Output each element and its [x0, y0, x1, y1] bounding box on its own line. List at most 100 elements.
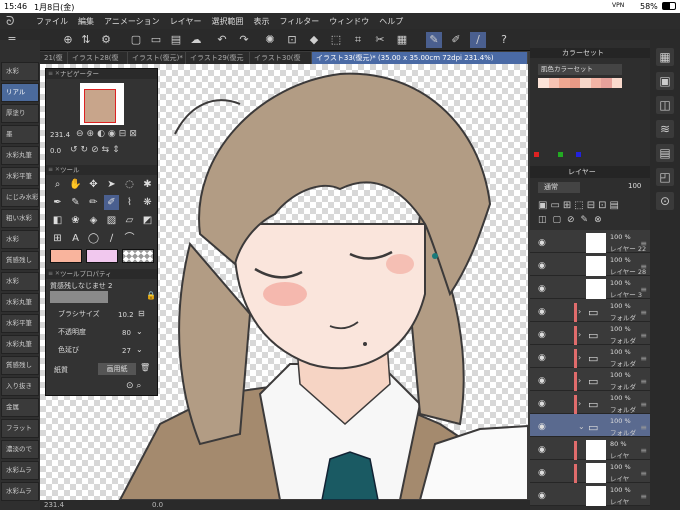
sub-tool-item[interactable]: 質感残し [1, 251, 39, 270]
menu-window[interactable]: ウィンドウ [329, 16, 369, 27]
lasso-tool-icon[interactable]: ◌ [122, 177, 137, 192]
footer-zoom[interactable]: 231.4 [44, 501, 64, 509]
navigator-zoom-controls[interactable]: ⊖⊕◐◉⊟⊠ [76, 129, 140, 139]
swatch[interactable] [569, 78, 580, 88]
eraser-tool-icon[interactable]: ◧ [50, 213, 65, 228]
undo-icon[interactable]: ↶ [214, 32, 230, 48]
green-square-icon[interactable] [558, 152, 563, 157]
navigator-rotation[interactable]: 0.0 [50, 147, 61, 155]
sub-tool-item[interactable]: 水彩ムラ [1, 482, 39, 501]
sub-tool-item[interactable]: 入り抜き [1, 377, 39, 396]
menu-file[interactable]: ファイル [36, 16, 68, 27]
dock-material-icon[interactable]: ▣ [656, 72, 674, 90]
tool-property-header[interactable]: ツールプロパティ [46, 269, 157, 279]
menu-animation[interactable]: アニメーション [104, 16, 160, 27]
sub-tool-item[interactable]: 水彩平筆 [1, 167, 39, 186]
colorset-name-select[interactable]: 肌色カラーセット [538, 64, 622, 75]
folder-expand-icon[interactable]: › [578, 307, 581, 316]
new-file-icon[interactable]: ▢ [128, 32, 144, 48]
menu-filter[interactable]: フィルター [279, 16, 319, 27]
swatch[interactable] [580, 78, 591, 88]
drag-handle-icon[interactable]: ≡ [640, 354, 647, 363]
footer-angle[interactable]: 0.0 [152, 501, 163, 509]
app-logo-icon[interactable]: ᘐ [6, 14, 26, 29]
sub-tool-item[interactable]: 粗い水彩 [1, 209, 39, 228]
drag-handle-icon[interactable]: ≡ [640, 377, 647, 386]
layer-opacity-value[interactable]: 100 [628, 182, 641, 190]
swatch[interactable] [548, 78, 559, 88]
transform-icon[interactable]: ⊡ [284, 32, 300, 48]
main-color-swatch[interactable] [50, 249, 82, 263]
sub-tool-item[interactable]: にじみ水彩 [1, 188, 39, 207]
sub-tool-item[interactable]: 濃淡ので [1, 440, 39, 459]
airbrush-tool-icon[interactable]: ⌇ [122, 195, 137, 210]
drag-handle-icon[interactable]: ≡ [640, 492, 647, 501]
object-tool-icon[interactable]: ➤ [104, 177, 119, 192]
sub-tool-item[interactable]: 質感残し [1, 356, 39, 375]
crop-icon[interactable]: ⌗ [350, 32, 366, 48]
brush-size-value[interactable]: 10.2 [118, 311, 134, 319]
layer-row[interactable]: ◉ › ▭ 100 % フォルダ ≡ [530, 391, 650, 414]
eyedropper-icon[interactable]: ✒ [50, 195, 65, 210]
visibility-eye-icon[interactable]: ◉ [538, 399, 546, 409]
sub-tool-item[interactable]: フラット [1, 419, 39, 438]
trim-icon[interactable]: ✂ [372, 32, 388, 48]
layer-row[interactable]: ◉ 80 % レイヤ ≡ [530, 437, 650, 460]
sub-tool-item[interactable]: リアル [1, 83, 39, 102]
folder-expand-icon[interactable]: › [578, 330, 581, 339]
swatch[interactable] [601, 78, 612, 88]
menu-selection[interactable]: 選択範囲 [211, 16, 243, 27]
menu-view[interactable]: 表示 [253, 16, 269, 27]
layer-lock-tools[interactable]: ▣▭⊞⬚⊟⊡▤ [538, 200, 622, 211]
line-tool-icon[interactable]: ∕ [104, 231, 119, 246]
ruler-pen-icon[interactable]: ∕ [470, 32, 486, 48]
layer-row[interactable]: ◉ 100 % レイヤー 22 ≡ [530, 230, 650, 253]
layer-action-tools[interactable]: ◫▢⊘✎⊗ [538, 215, 608, 225]
drag-handle-icon[interactable]: ≡ [640, 400, 647, 409]
red-square-icon[interactable] [534, 152, 539, 157]
sub-color-swatch[interactable] [86, 249, 118, 263]
visibility-eye-icon[interactable]: ◉ [538, 284, 546, 294]
layer-row[interactable]: ◉ 100 % レイヤー 28 ≡ [530, 253, 650, 276]
layer-row[interactable]: ◉ 100 % レイヤ ≡ [530, 460, 650, 483]
opacity-dropdown-icon[interactable]: ⌄ [136, 327, 143, 336]
balloon-tool-icon[interactable]: ◯ [86, 231, 101, 246]
navigator-zoom[interactable]: 231.4 [50, 131, 70, 139]
sub-tool-item[interactable]: 水彩丸筆 [1, 335, 39, 354]
pencil-tool-icon[interactable]: ✏ [86, 195, 101, 210]
layer-row[interactable]: ◉ ⌄ ▭ 100 % フォルダ ≡ [530, 414, 650, 437]
visibility-eye-icon[interactable]: ◉ [538, 330, 546, 340]
blend-tool-icon[interactable]: ❀ [68, 213, 83, 228]
settings-icon[interactable]: ⚙ [98, 32, 114, 48]
tool-panel-header[interactable]: ツール [46, 165, 157, 175]
transparent-color-swatch[interactable] [122, 249, 154, 263]
layer-row[interactable]: ◉ › ▭ 100 % フォルダ ≡ [530, 345, 650, 368]
visibility-eye-icon[interactable]: ◉ [538, 376, 546, 386]
sub-tool-item[interactable]: 水彩丸筆 [1, 146, 39, 165]
tab-doc-33-active[interactable]: イラスト33(復元)* (35.00 x 35.00cm 72dpi 231.4… [312, 52, 528, 64]
sub-tool-item[interactable]: 水彩丸筆 [1, 293, 39, 312]
pen-pressure-icon[interactable]: ✎ [426, 32, 442, 48]
help-icon[interactable]: ? [496, 32, 512, 48]
swatch[interactable] [559, 78, 570, 88]
swatch[interactable] [538, 78, 549, 88]
zoom-tool-icon[interactable]: ⌕ [50, 177, 65, 192]
blend-mode-select[interactable]: 通常 [538, 182, 580, 193]
drag-handle-icon[interactable]: ≡ [640, 469, 647, 478]
tab-doc-29[interactable]: イラスト29(復元 [186, 52, 250, 64]
dock-navigator-icon[interactable]: ⊙ [656, 192, 674, 210]
visibility-eye-icon[interactable]: ◉ [538, 468, 546, 478]
layer-row[interactable]: ◉ 100 % レイヤ ≡ [530, 483, 650, 506]
visibility-eye-icon[interactable]: ◉ [538, 353, 546, 363]
dock-panel-icon[interactable]: ◫ [656, 96, 674, 114]
property-settings-icon[interactable]: ⊙ ⌕ [126, 381, 141, 391]
gradient-tool-icon[interactable]: ▨ [104, 213, 119, 228]
brush-size-menu-icon[interactable]: ⊟ [138, 309, 145, 318]
navigator-rotate-controls[interactable]: ↺↻⊘⇆⇕ [70, 145, 123, 155]
drag-handle-icon[interactable]: ≡ [640, 423, 647, 432]
text-tool-icon[interactable]: A [68, 231, 83, 246]
tab-doc-28[interactable]: イラスト28(復 [68, 52, 128, 64]
layer-row[interactable]: ◉ › ▭ 100 % フォルダ ≡ [530, 299, 650, 322]
drag-handle-icon[interactable]: ≡ [640, 239, 647, 248]
drag-handle-icon[interactable]: ≡ [640, 446, 647, 455]
